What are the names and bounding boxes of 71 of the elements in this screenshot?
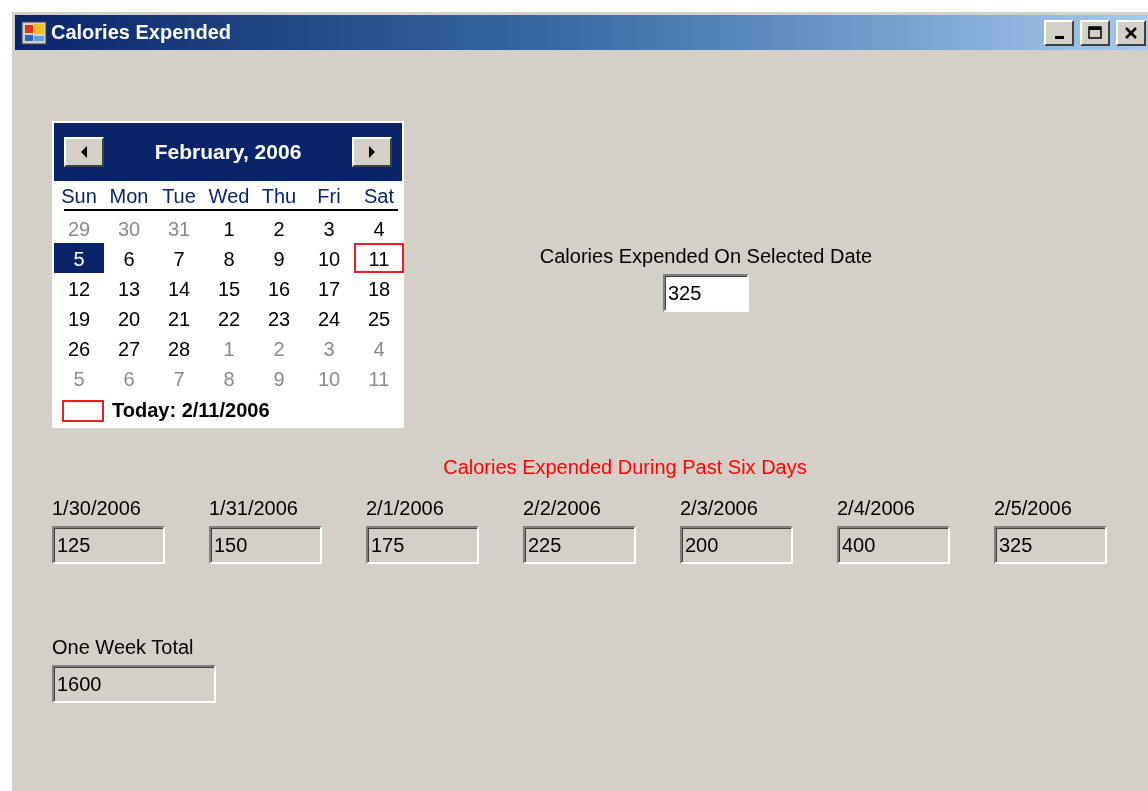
minimize-icon (1054, 36, 1064, 39)
total-field[interactable]: 1600 (52, 665, 216, 703)
calendar-day[interactable]: 1 (204, 213, 254, 243)
calendar-day[interactable]: 27 (104, 333, 154, 363)
previous-month-button[interactable] (64, 137, 104, 167)
selected-date-field[interactable]: 325 (663, 274, 749, 312)
field-label: Calories Expended On Selected Date (539, 245, 873, 268)
calendar-day[interactable]: 11 (354, 243, 404, 273)
weekday-label: Sat (363, 184, 395, 209)
maximize-button[interactable] (1080, 19, 1110, 46)
calories-field[interactable]: 150 (209, 526, 322, 564)
date-label: 2/2/2006 (523, 497, 602, 520)
close-icon (1123, 24, 1139, 41)
minimize-button[interactable] (1044, 19, 1074, 46)
calendar-day[interactable]: 31 (154, 213, 204, 243)
weekday-label: Wed (207, 184, 251, 209)
weekday-label: Thu (260, 184, 298, 209)
calendar-day[interactable]: 13 (104, 273, 154, 303)
calendar-day[interactable]: 29 (54, 213, 104, 243)
right-triangle-icon (367, 145, 377, 159)
calendar-day[interactable]: 3 (304, 213, 354, 243)
maximize-icon (1087, 24, 1103, 41)
section-heading: Calories Expended During Past Six Days (442, 456, 808, 479)
calories-field[interactable]: 400 (837, 526, 950, 564)
today-marker-icon (62, 399, 104, 422)
window-title: Calories Expended (51, 21, 233, 44)
calendar-day[interactable]: 12 (54, 273, 104, 303)
calories-field[interactable]: 200 (680, 526, 793, 564)
weekday-label: Mon (108, 184, 150, 209)
calendar-day[interactable]: 19 (54, 303, 104, 333)
date-label: 1/31/2006 (209, 497, 299, 520)
weekday-label: Tue (161, 184, 197, 209)
calendar-day[interactable]: 23 (254, 303, 304, 333)
calendar-day[interactable]: 26 (54, 333, 104, 363)
today-link[interactable]: Today: 2/11/2006 (112, 399, 270, 422)
weekday-label: Sun (60, 184, 98, 209)
calories-field[interactable]: 325 (994, 526, 1107, 564)
calories-field[interactable]: 225 (523, 526, 636, 564)
date-label: 2/3/2006 (680, 497, 759, 520)
calendar-day[interactable]: 21 (154, 303, 204, 333)
calendar-day[interactable]: 7 (154, 243, 204, 273)
calendar-day[interactable]: 10 (304, 243, 354, 273)
next-month-button[interactable] (352, 137, 392, 167)
field-label: One Week Total (52, 636, 195, 659)
calendar-day[interactable]: 9 (254, 243, 304, 273)
calendar-day[interactable]: 2 (254, 213, 304, 243)
calories-field[interactable]: 125 (52, 526, 165, 564)
calendar-day[interactable]: 8 (204, 243, 254, 273)
calendar-day[interactable]: 6 (104, 243, 154, 273)
date-label: 2/1/2006 (366, 497, 445, 520)
left-triangle-icon (79, 145, 89, 159)
calendar-day[interactable]: 18 (354, 273, 404, 303)
calendar-day[interactable]: 24 (304, 303, 354, 333)
date-label: 2/5/2006 (994, 497, 1073, 520)
month-title: February, 2006 (154, 140, 302, 164)
calendar-day[interactable]: 17 (304, 273, 354, 303)
calendar-day[interactable]: 4 (354, 213, 404, 243)
calories-field[interactable]: 175 (366, 526, 479, 564)
calendar-day[interactable]: 25 (354, 303, 404, 333)
date-label: 2/4/2006 (837, 497, 916, 520)
app-icon (21, 20, 47, 45)
weekday-label: Fri (316, 184, 342, 209)
calendar-day[interactable]: 16 (254, 273, 304, 303)
close-button[interactable] (1116, 19, 1146, 46)
calendar-day[interactable]: 20 (104, 303, 154, 333)
date-label: 1/30/2006 (52, 497, 142, 520)
calendar-day[interactable]: 14 (154, 273, 204, 303)
calendar-day[interactable]: 5 (54, 243, 104, 273)
calendar-day[interactable]: 22 (204, 303, 254, 333)
calendar-day[interactable]: 28 (154, 333, 204, 363)
calendar-day[interactable]: 15 (204, 273, 254, 303)
